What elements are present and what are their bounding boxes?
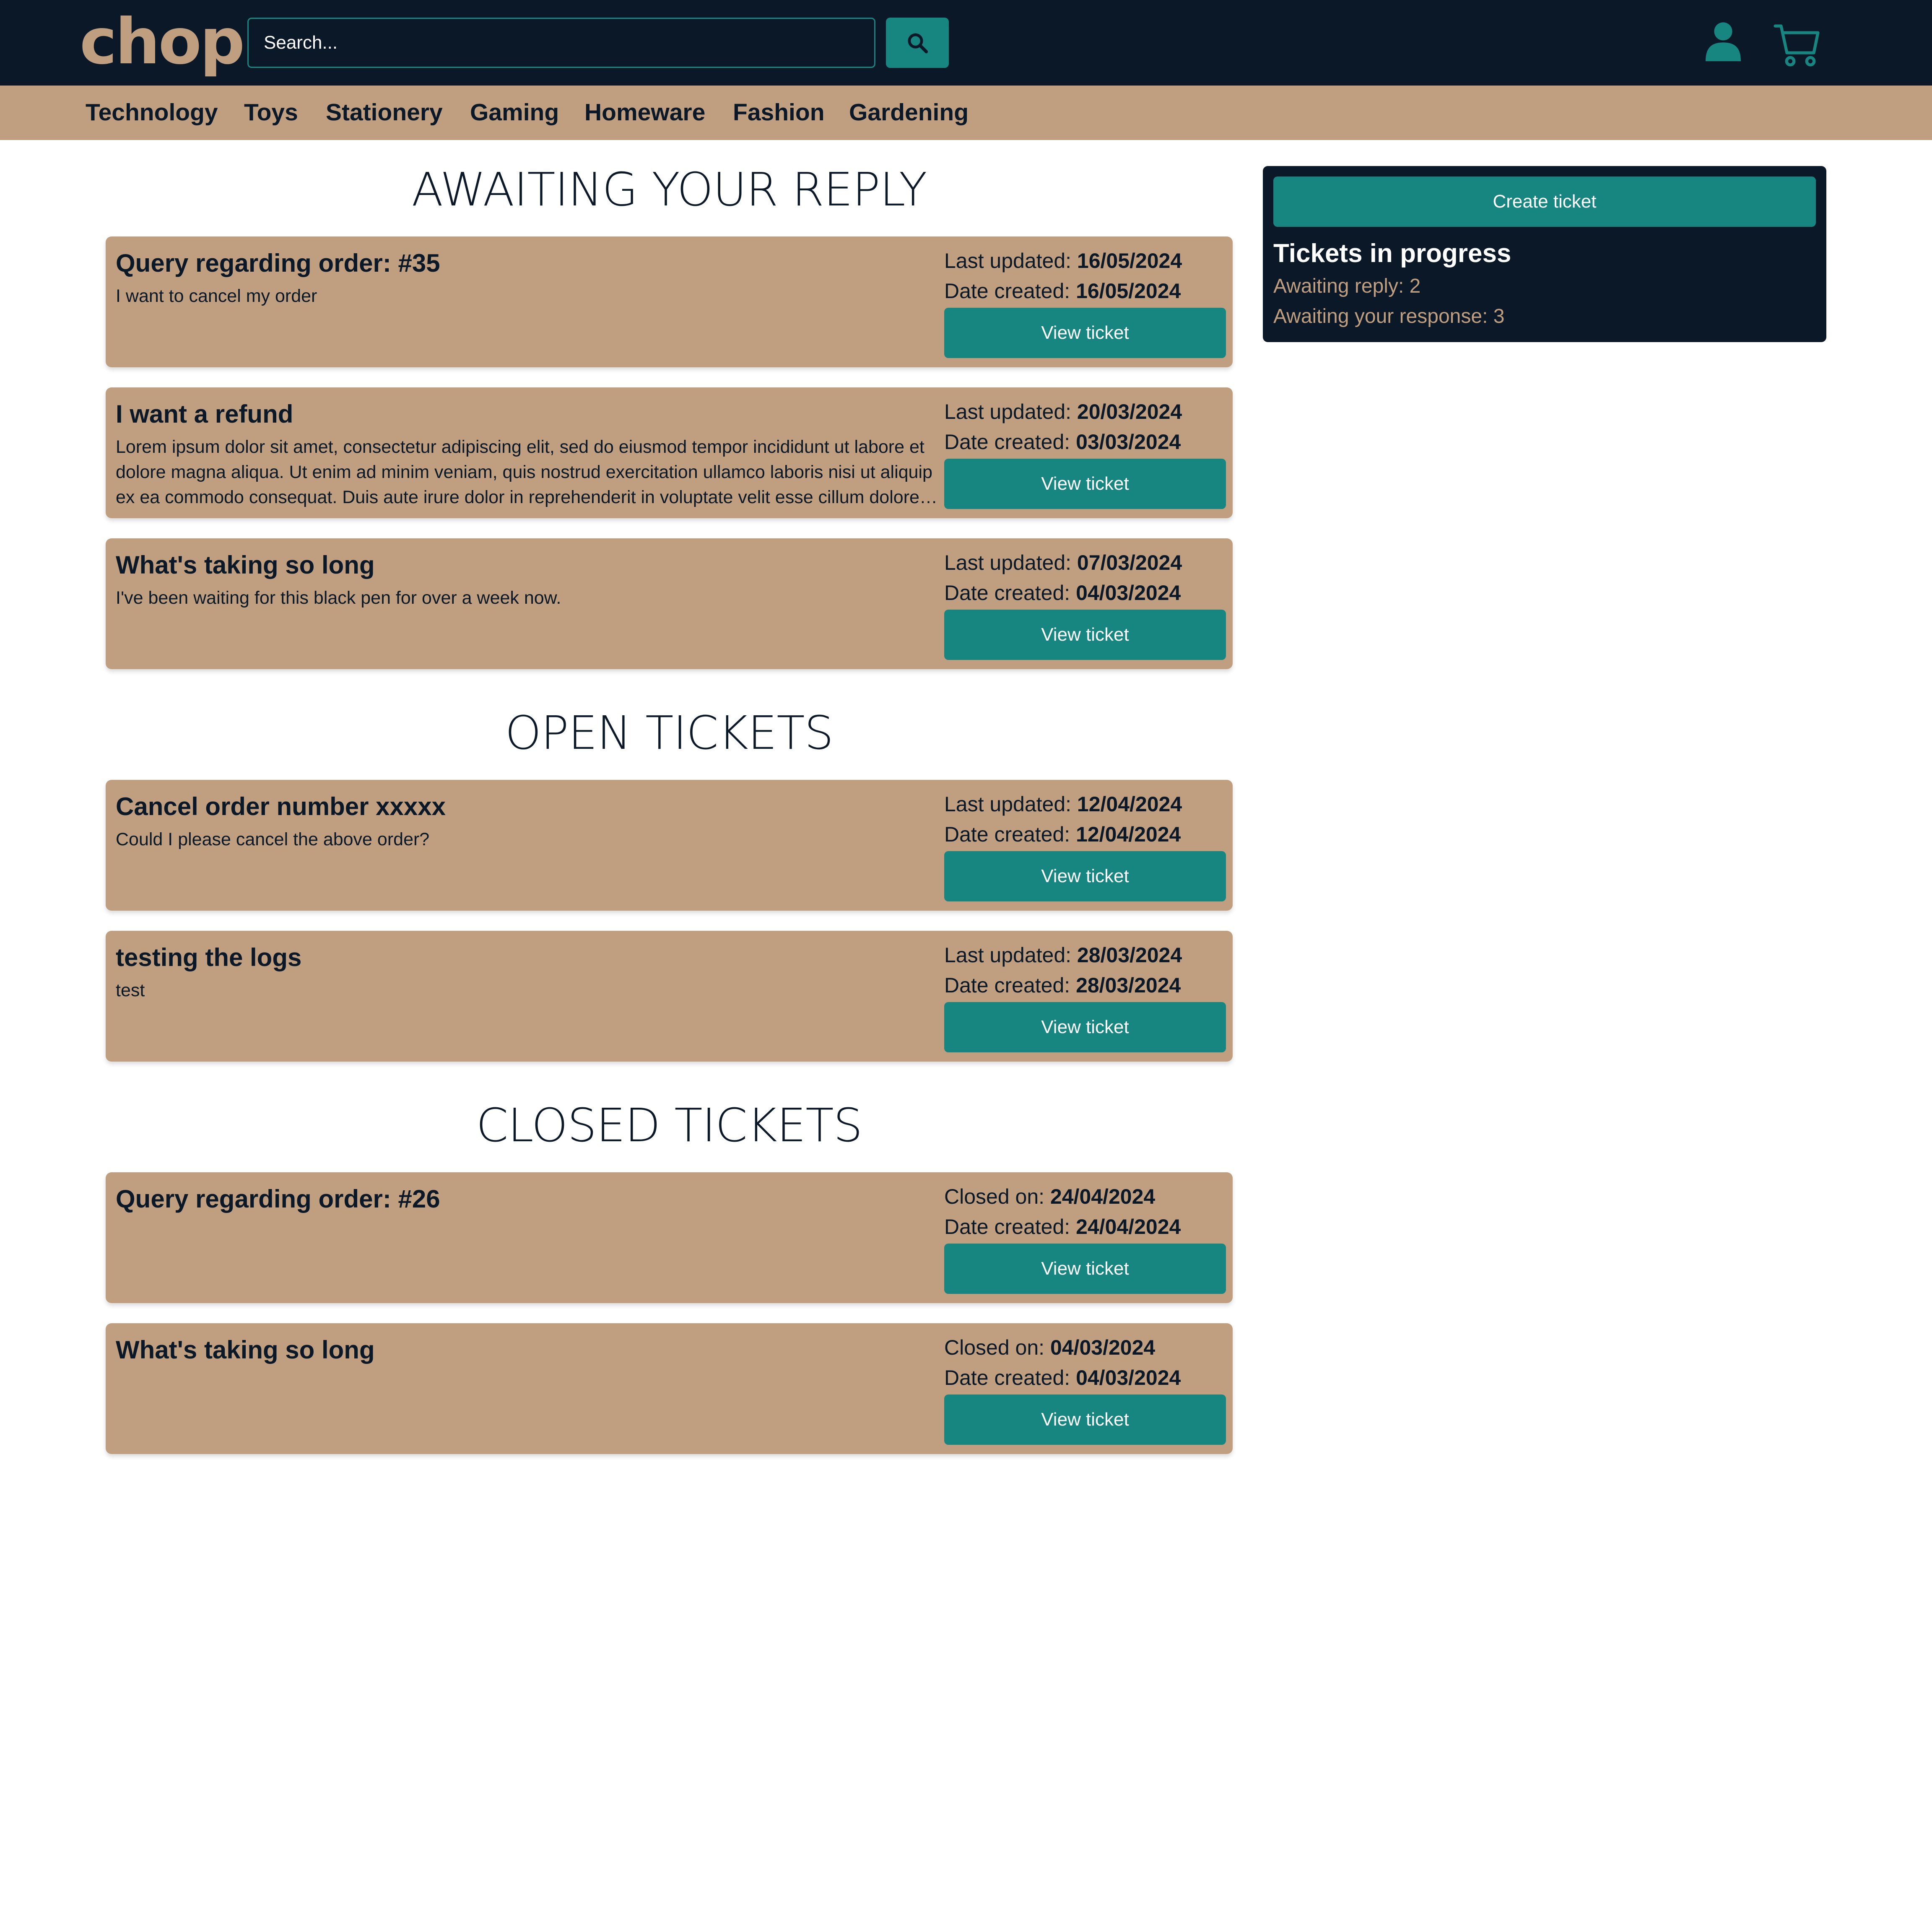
ticket-date-created: Date created: 24/04/2024: [944, 1215, 1181, 1239]
ticket-title: I want a refund: [116, 400, 293, 428]
ticket-last-updated: Last updated: 12/04/2024: [944, 792, 1182, 816]
ticket-date-created: Date created: 16/05/2024: [944, 279, 1181, 303]
open-section-title: OPEN TICKETS: [505, 706, 834, 760]
category-technology[interactable]: Technology: [86, 98, 218, 127]
user-icon[interactable]: [1703, 21, 1743, 61]
view-ticket-button[interactable]: View ticket: [944, 308, 1226, 358]
ticket-description: Could I please cancel the above order?: [116, 829, 430, 849]
ticket-title: What's taking so long: [116, 551, 375, 579]
ticket-closed-on: Closed on: 04/03/2024: [944, 1336, 1156, 1359]
category-gardening[interactable]: Gardening: [849, 98, 969, 127]
ticket-description: test: [116, 980, 145, 1000]
ticket-card: What's taking so long Closed on: 04/03/2…: [106, 1323, 1233, 1454]
view-ticket-button[interactable]: View ticket: [944, 459, 1226, 509]
ticket-title: Cancel order number xxxxx: [116, 792, 446, 821]
ticket-date-created: Date created: 03/03/2024: [944, 430, 1181, 454]
awaiting-reply-count: Awaiting reply: 2: [1273, 275, 1421, 297]
site-logo[interactable]: chop: [80, 8, 245, 77]
tickets-summary-panel: Create ticket Tickets in progress Awaiti…: [1263, 166, 1826, 342]
ticket-date-created: Date created: 04/03/2024: [944, 1366, 1181, 1389]
ticket-last-updated: Last updated: 28/03/2024: [944, 943, 1182, 967]
ticket-title: Query regarding order: #35: [116, 249, 440, 277]
ticket-last-updated: Last updated: 16/05/2024: [944, 249, 1182, 273]
ticket-date-created: Date created: 12/04/2024: [944, 823, 1181, 846]
awaiting-response-count: Awaiting your response: 3: [1273, 305, 1505, 327]
ticket-description: I want to cancel my order: [116, 286, 317, 306]
ticket-title: What's taking so long: [116, 1336, 375, 1364]
ticket-card: Query regarding order: #35 I want to can…: [106, 236, 1233, 367]
category-homeware[interactable]: Homeware: [584, 98, 705, 127]
ticket-title: testing the logs: [116, 943, 302, 971]
view-ticket-button[interactable]: View ticket: [944, 851, 1226, 901]
search-button[interactable]: [886, 18, 949, 68]
category-stationery[interactable]: Stationery: [326, 98, 443, 127]
awaiting-section-title: AWAITING YOUR REPLY: [411, 163, 927, 216]
ticket-card: What's taking so long I've been waiting …: [106, 538, 1233, 669]
view-ticket-button[interactable]: View ticket: [944, 1002, 1226, 1052]
view-ticket-button[interactable]: View ticket: [944, 1244, 1226, 1294]
ticket-card: Query regarding order: #26 Closed on: 24…: [106, 1172, 1233, 1303]
view-ticket-button[interactable]: View ticket: [944, 610, 1226, 660]
shopping-cart-icon[interactable]: [1774, 21, 1820, 68]
ticket-last-updated: Last updated: 07/03/2024: [944, 551, 1182, 574]
ticket-card: Cancel order number xxxxx Could I please…: [106, 780, 1233, 911]
top-bar: chop: [0, 0, 1932, 86]
ticket-card: I want a refund Lorem ipsum dolor sit am…: [106, 387, 1233, 518]
ticket-title: Query regarding order: #26: [116, 1185, 440, 1213]
create-ticket-button[interactable]: Create ticket: [1273, 177, 1816, 227]
category-toys[interactable]: Toys: [244, 98, 298, 127]
ticket-description: I've been waiting for this black pen for…: [116, 588, 561, 608]
magnifier-icon: [908, 33, 928, 54]
ticket-card: testing the logs test Last updated: 28/0…: [106, 931, 1233, 1062]
ticket-date-created: Date created: 04/03/2024: [944, 581, 1181, 605]
ticket-description: Lorem ipsum dolor sit amet, consectetur …: [116, 437, 932, 507]
view-ticket-button[interactable]: View ticket: [944, 1394, 1226, 1445]
closed-section-title: CLOSED TICKETS: [476, 1098, 863, 1152]
category-fashion[interactable]: Fashion: [733, 98, 825, 127]
category-gaming[interactable]: Gaming: [470, 98, 559, 127]
search-input[interactable]: [247, 18, 875, 68]
ticket-last-updated: Last updated: 20/03/2024: [944, 400, 1182, 423]
tickets-in-progress-title: Tickets in progress: [1273, 239, 1511, 268]
ticket-date-created: Date created: 28/03/2024: [944, 974, 1181, 997]
category-nav: Technology Toys Stationery Gaming Homewa…: [0, 86, 1932, 140]
ticket-closed-on: Closed on: 24/04/2024: [944, 1185, 1156, 1208]
